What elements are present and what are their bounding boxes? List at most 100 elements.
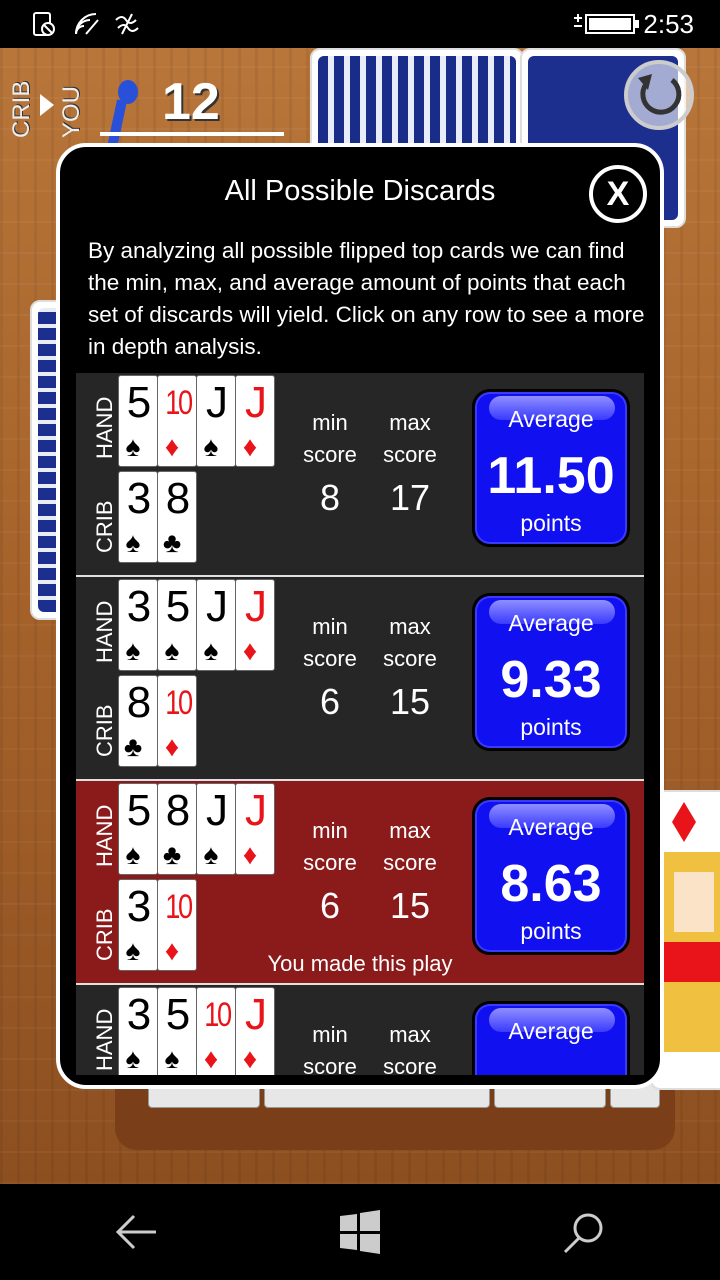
card-rank: 3 (126, 582, 152, 631)
discard-row[interactable]: HAND 3 ♠ 5 ♠ J ♠ J ♦ CRIB 8 ♣ 10 ♦ min score max score 6 15… (76, 577, 644, 779)
max-score-label: score (383, 850, 437, 875)
discard-row[interactable]: HAND 5 ♠ 8 ♣ J ♠ J ♦ CRIB 3 ♠ 10 ♦ min score max score 6 15… (76, 781, 644, 983)
card-rank: 5 (126, 786, 152, 835)
discard-row[interactable]: HAND 5 ♠ 10 ♦ J ♠ J ♦ CRIB 3 ♠ 8 ♣ min score max score 8 17… (76, 373, 644, 575)
crib-label: CRIB (92, 704, 117, 757)
average-label: Average (508, 610, 594, 636)
crib-card: 8 ♣ (118, 675, 158, 767)
min-label: min (312, 614, 348, 639)
card-rank: 5 (165, 582, 191, 631)
card-rank: J (206, 582, 228, 631)
score-track (100, 132, 284, 136)
crib-card: 10 ♦ (157, 675, 197, 767)
min-score-value: 6 (319, 885, 341, 926)
min-label: min (312, 818, 348, 843)
card-suit-icon: ♠ (125, 1043, 141, 1074)
card-suit-icon: ♣ (162, 527, 182, 558)
hand-card: 10 ♦ (157, 375, 197, 467)
crib-label: CRIB (92, 500, 117, 553)
card-suit-icon: ♠ (125, 431, 141, 462)
min-label: min (312, 1022, 348, 1047)
max-label: max (389, 614, 431, 639)
undo-button[interactable] (624, 60, 694, 130)
min-score-value: 8 (319, 477, 341, 518)
back-arrow-icon[interactable] (114, 1210, 158, 1254)
wifi-icon (75, 13, 99, 35)
card-suit-icon: ♠ (125, 527, 141, 558)
hand-card: 5 ♠ (157, 579, 197, 671)
average-button[interactable]: Average 8.63 points (472, 797, 630, 955)
battery-icon (574, 14, 639, 34)
average-value: 11.50 (487, 447, 615, 505)
navigation-bar (0, 1184, 720, 1280)
hand-label: HAND (92, 804, 117, 867)
card-suit-icon: ♠ (125, 635, 141, 666)
hand-card: 3 ♠ (118, 987, 158, 1075)
you-indicator-label: YOU (58, 85, 85, 138)
card-suit-icon: ♦ (242, 431, 258, 462)
min-score-label: score (303, 1054, 357, 1075)
card-rank: J (206, 786, 228, 835)
points-label: points (520, 714, 582, 740)
card-rank: J (245, 786, 267, 835)
peg-icon (107, 80, 138, 148)
card-suit-icon: ♦ (164, 431, 180, 462)
card-suit-icon: ♦ (242, 839, 258, 870)
card-suit-icon: ♦ (242, 1043, 258, 1074)
hand-card: J ♦ (235, 375, 275, 467)
average-label: Average (508, 1018, 594, 1044)
card-suit-icon: ♠ (203, 431, 219, 462)
card-suit-icon: ♣ (123, 731, 143, 762)
status-bar: 2:53 (0, 0, 720, 48)
min-label: min (312, 410, 348, 435)
screen: 2:53 CRIB YOU 12 All Possible Discards X… (0, 0, 720, 1280)
min-score-label: score (303, 442, 357, 467)
max-score-value: 15 (389, 885, 431, 926)
max-score-label: score (383, 646, 437, 671)
card-suit-icon: ♠ (125, 839, 141, 870)
card-suit-icon: ♠ (164, 635, 180, 666)
hand-card: J ♠ (196, 579, 236, 671)
windows-start-icon[interactable] (338, 1210, 382, 1254)
average-button[interactable]: Average (472, 1001, 630, 1075)
search-icon[interactable] (562, 1210, 606, 1254)
dialog-title: All Possible Discards (224, 175, 496, 207)
clock: 2:53 (643, 9, 694, 39)
hand-card: J ♦ (235, 579, 275, 671)
average-value: 8.63 (500, 855, 602, 913)
min-score-label: score (303, 646, 357, 671)
discard-row[interactable]: HAND 3 ♠ 5 ♠ 10 ♦ J ♦ min score max score Average (76, 985, 644, 1075)
points-label: points (520, 510, 582, 536)
undo-arrow-icon (638, 74, 682, 115)
card-suit-icon: ♣ (162, 839, 182, 870)
card-suit-icon: ♠ (203, 839, 219, 870)
card-rank: 3 (126, 474, 152, 523)
card-suit-icon: ♦ (242, 635, 258, 666)
average-button[interactable]: Average 9.33 points (472, 593, 630, 751)
max-label: max (389, 818, 431, 843)
hand-label: HAND (92, 600, 117, 663)
hand-card: J ♠ (196, 783, 236, 875)
player-score: 12 (162, 73, 220, 131)
card-suit-icon: ♦ (164, 731, 180, 762)
average-label: Average (508, 814, 594, 840)
max-label: max (389, 1022, 431, 1047)
card-rank: 3 (126, 990, 152, 1039)
average-label: Average (508, 406, 594, 432)
discard-list[interactable]: HAND 5 ♠ 10 ♦ J ♠ J ♦ CRIB 3 ♠ 8 ♣ min score max score 8 17… (76, 373, 644, 1075)
max-score-value: 17 (389, 477, 431, 518)
card-rank: J (245, 378, 267, 427)
average-button[interactable]: Average 11.50 points (472, 389, 630, 547)
card-suit-icon: ♠ (203, 635, 219, 666)
dialog-description: By analyzing all possible flipped top ca… (88, 238, 645, 359)
points-label: points (520, 918, 582, 944)
min-score-value: 6 (319, 681, 341, 722)
min-score-label: score (303, 850, 357, 875)
crib-card: 3 ♠ (118, 471, 158, 563)
card-rank: J (245, 582, 267, 631)
card-rank: 5 (165, 990, 191, 1039)
crib-indicator-label: CRIB (8, 80, 35, 138)
hand-card: J ♦ (235, 987, 275, 1075)
close-button[interactable]: X (589, 165, 647, 223)
card-rank: 8 (165, 786, 191, 835)
